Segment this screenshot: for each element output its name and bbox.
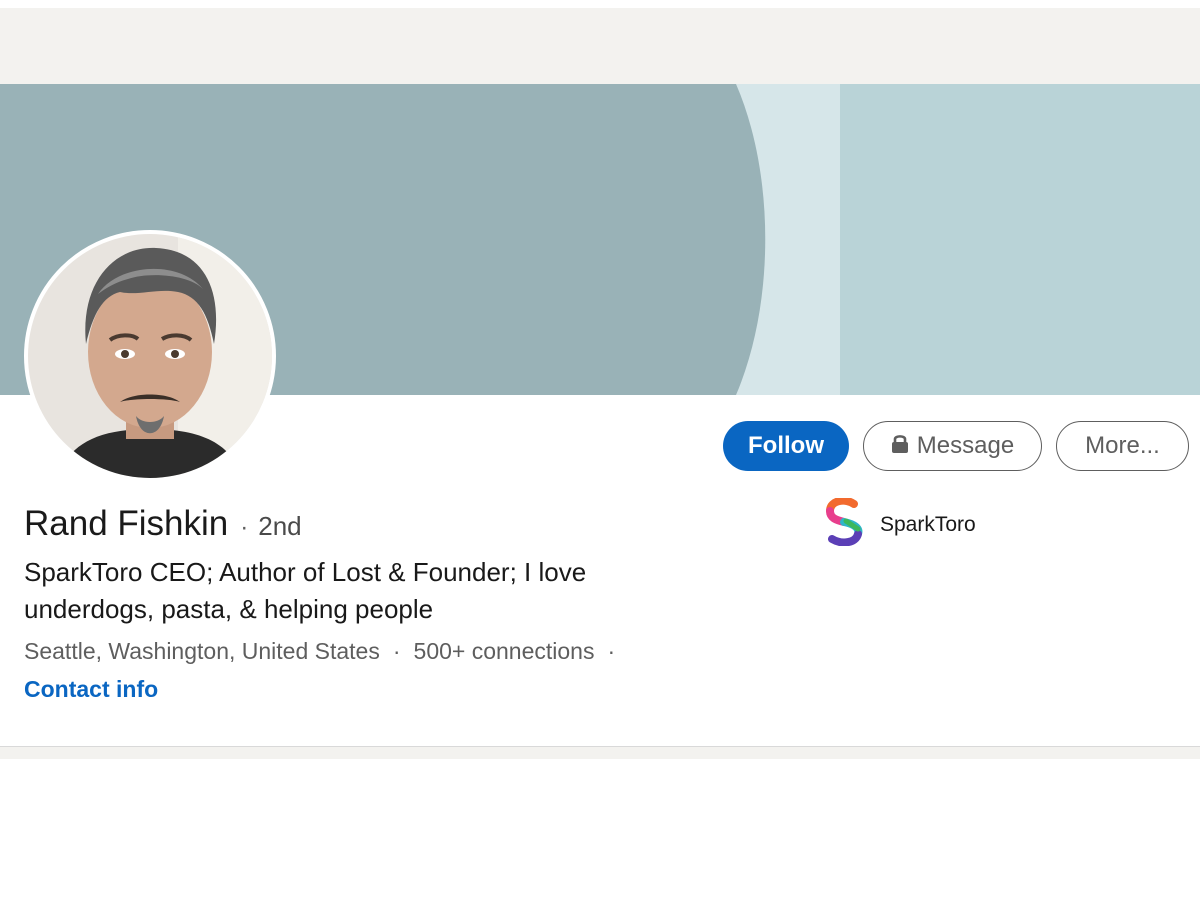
profile-meta: Seattle, Washington, United States · 500… — [24, 638, 628, 665]
more-button-label: More... — [1085, 432, 1160, 459]
avatar-photo — [28, 234, 272, 478]
profile-location: Seattle, Washington, United States — [24, 638, 380, 664]
profile-card: Follow Message More... SparkToro Rand Fi… — [0, 84, 1200, 747]
profile-name: Rand Fishkin — [24, 504, 229, 543]
connections-count: 500+ connections — [413, 638, 595, 664]
sparktoro-logo-icon — [824, 496, 866, 551]
follow-button-label: Follow — [748, 432, 824, 459]
name-separator: · — [240, 514, 249, 541]
message-button-label: Message — [916, 432, 1015, 459]
profile-actions: Follow Message More... — [723, 421, 1189, 471]
meta-separator-trailing: · — [607, 638, 616, 664]
profile-avatar[interactable] — [24, 230, 276, 482]
lock-icon — [891, 432, 909, 460]
profile-page: Follow Message More... SparkToro Rand Fi… — [0, 0, 1200, 900]
meta-separator: · — [392, 638, 401, 664]
more-button[interactable]: More... — [1056, 421, 1189, 471]
contact-info-link[interactable]: Contact info — [24, 676, 158, 703]
company-name: SparkToro — [880, 512, 976, 536]
follow-button[interactable]: Follow — [723, 421, 849, 471]
message-button[interactable]: Message — [863, 421, 1042, 471]
connection-degree: 2nd — [258, 511, 302, 541]
top-bar — [0, 8, 1200, 84]
section-divider — [0, 747, 1200, 759]
profile-name-row: Rand Fishkin · 2nd — [24, 504, 302, 544]
profile-headline: SparkToro CEO; Author of Lost & Founder;… — [24, 557, 587, 624]
current-company[interactable]: SparkToro — [824, 496, 976, 551]
